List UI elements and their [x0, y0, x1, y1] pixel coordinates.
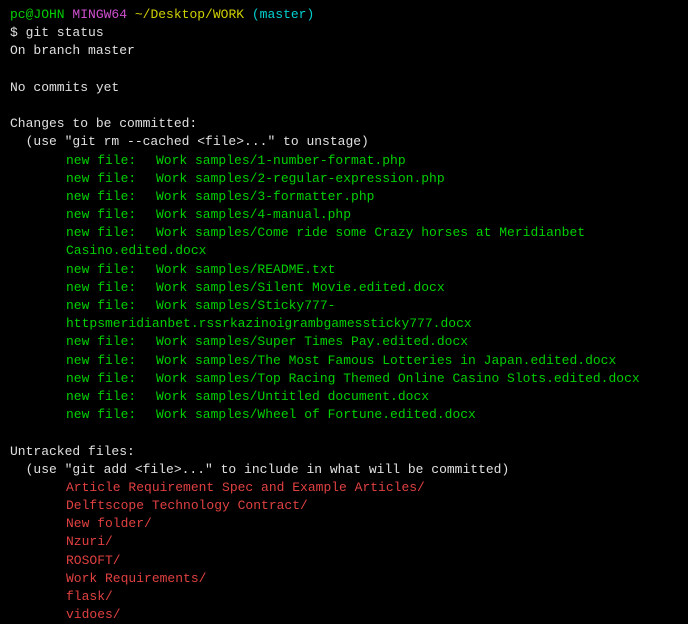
prompt-branch: (master) [252, 7, 314, 22]
prompt-line: pc@JOHN MINGW64 ~/Desktop/WORK (master) [10, 6, 678, 24]
staged-file-path: Work samples/4-manual.php [156, 207, 351, 222]
untracked-file-row: Delftscope Technology Contract/ [10, 497, 678, 515]
staged-file-label: new file: [66, 370, 156, 388]
staged-file-path: Work samples/Top Racing Themed Online Ca… [156, 371, 640, 386]
staged-file-label: new file: [66, 297, 156, 315]
staged-file-path: Work samples/README.txt [156, 262, 335, 277]
staged-file-row: new file:Work samples/1-number-format.ph… [10, 152, 678, 170]
untracked-file-row: Article Requirement Spec and Example Art… [10, 479, 678, 497]
staged-file-row: new file:Work samples/Untitled document.… [10, 388, 678, 406]
staged-file-label: new file: [66, 352, 156, 370]
untracked-header: Untracked files: [10, 443, 678, 461]
staged-file-label: new file: [66, 188, 156, 206]
prompt-env: MINGW64 [72, 7, 127, 22]
staged-file-row: new file:Work samples/3-formatter.php [10, 188, 678, 206]
staged-file-path: Work samples/Untitled document.docx [156, 389, 429, 404]
staged-file-row: new file:Work samples/Super Times Pay.ed… [10, 333, 678, 351]
staged-header: Changes to be committed: [10, 115, 678, 133]
staged-file-row: new file:Work samples/4-manual.php [10, 206, 678, 224]
untracked-file-row: Work Requirements/ [10, 570, 678, 588]
untracked-list: Article Requirement Spec and Example Art… [10, 479, 678, 624]
staged-file-label: new file: [66, 333, 156, 351]
staged-file-label: new file: [66, 406, 156, 424]
staged-file-label: new file: [66, 279, 156, 297]
staged-file-row: new file:Work samples/Wheel of Fortune.e… [10, 406, 678, 424]
staged-file-path: Work samples/3-formatter.php [156, 189, 374, 204]
staged-file-label: new file: [66, 224, 156, 242]
prompt-user: pc@JOHN [10, 7, 65, 22]
staged-file-path: Work samples/Silent Movie.edited.docx [156, 280, 445, 295]
branch-status: On branch master [10, 42, 678, 60]
staged-file-row: new file:Work samples/README.txt [10, 261, 678, 279]
staged-file-row: new file:Work samples/Sticky777- httpsme… [10, 297, 678, 333]
staged-file-path: Work samples/2-regular-expression.php [156, 171, 445, 186]
staged-file-label: new file: [66, 170, 156, 188]
untracked-file-row: flask/ [10, 588, 678, 606]
staged-file-row: new file:Work samples/Top Racing Themed … [10, 370, 678, 388]
untracked-hint: (use "git add <file>..." to include in w… [10, 461, 678, 479]
staged-hint: (use "git rm --cached <file>..." to unst… [10, 133, 678, 151]
command-line: $ git status [10, 24, 678, 42]
staged-file-path: Work samples/Wheel of Fortune.edited.doc… [156, 407, 476, 422]
staged-file-path: Work samples/The Most Famous Lotteries i… [156, 353, 616, 368]
staged-file-label: new file: [66, 261, 156, 279]
staged-file-row: new file:Work samples/The Most Famous Lo… [10, 352, 678, 370]
untracked-file-row: ROSOFT/ [10, 552, 678, 570]
untracked-file-row: vidoes/ [10, 606, 678, 624]
staged-file-path: Work samples/Super Times Pay.edited.docx [156, 334, 468, 349]
staged-file-path: Work samples/1-number-format.php [156, 153, 406, 168]
untracked-file-row: New folder/ [10, 515, 678, 533]
staged-list: new file:Work samples/1-number-format.ph… [10, 152, 678, 425]
staged-file-label: new file: [66, 388, 156, 406]
staged-file-row: new file:Work samples/2-regular-expressi… [10, 170, 678, 188]
prompt-path: ~/Desktop/WORK [135, 7, 244, 22]
staged-file-row: new file:Work samples/Come ride some Cra… [10, 224, 678, 260]
staged-file-row: new file:Work samples/Silent Movie.edite… [10, 279, 678, 297]
no-commits: No commits yet [10, 79, 678, 97]
staged-file-label: new file: [66, 206, 156, 224]
staged-file-label: new file: [66, 152, 156, 170]
terminal-output[interactable]: pc@JOHN MINGW64 ~/Desktop/WORK (master) … [10, 6, 678, 624]
